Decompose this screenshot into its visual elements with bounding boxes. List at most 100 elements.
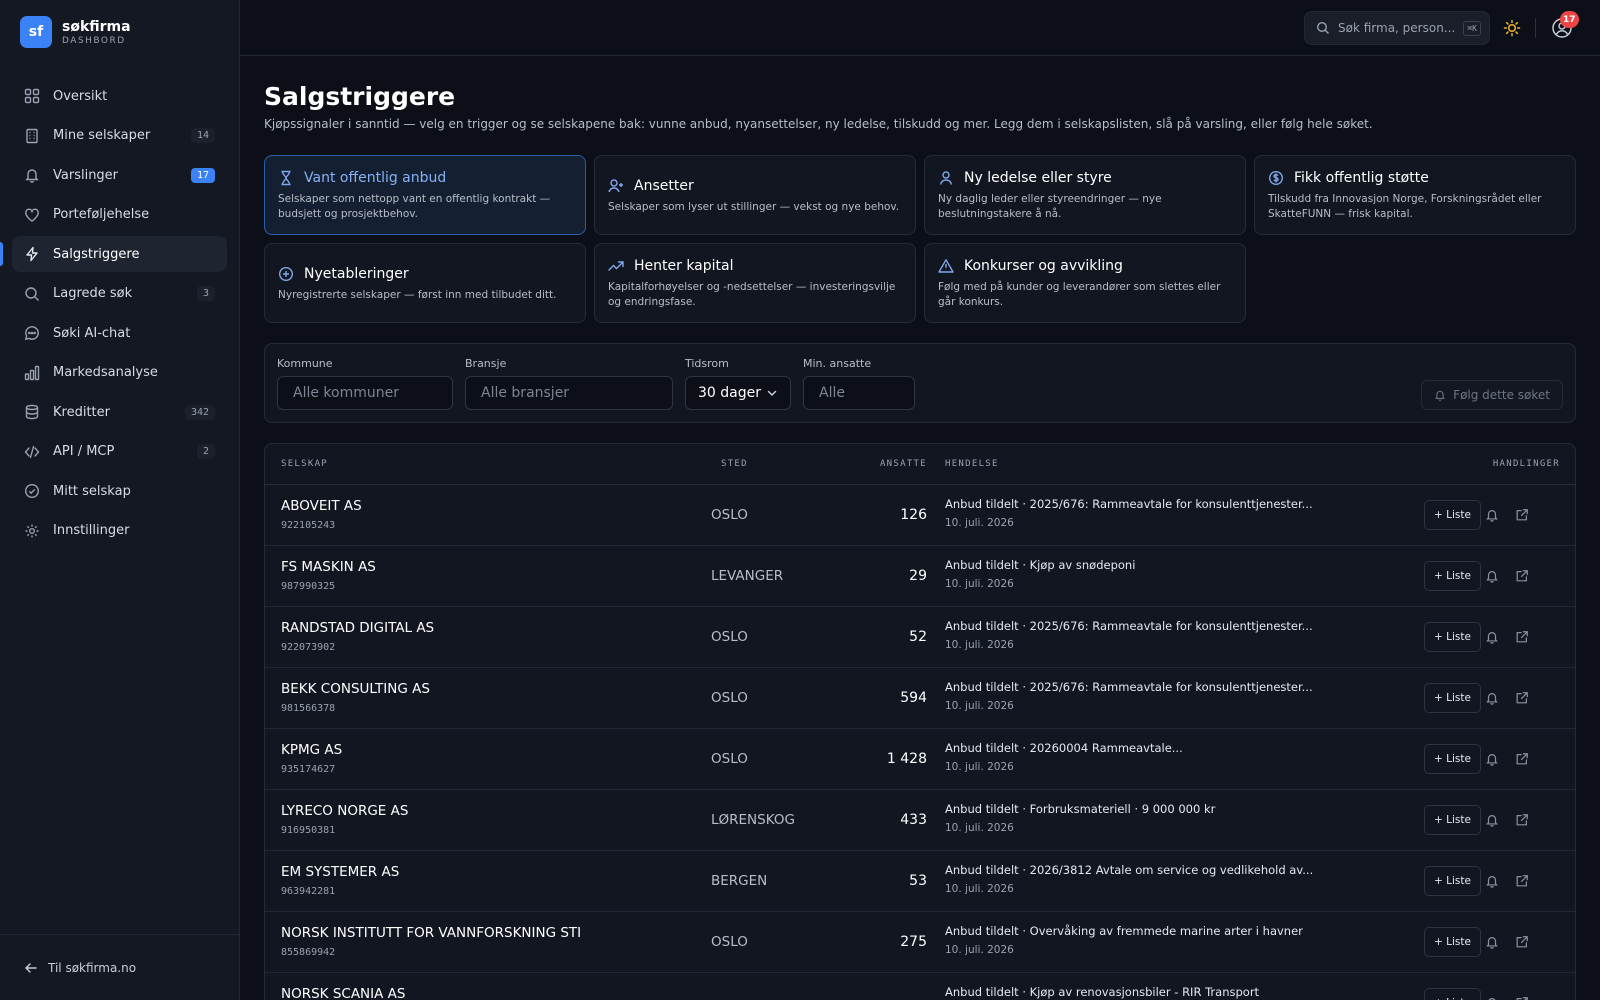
back-to-site-link[interactable]: Til søkfirma.no [0, 934, 239, 1000]
company-name[interactable]: LYRECO NORGE AS [281, 803, 408, 819]
add-to-list-button[interactable]: + Liste [1424, 561, 1481, 591]
filter-min-ansatte: Min. ansatte [803, 357, 915, 410]
table-row[interactable]: RANDSTAD DIGITAL AS 922073902 OSLO 52 An… [265, 607, 1575, 668]
bell-icon[interactable] [1485, 691, 1499, 705]
add-to-list-button[interactable]: + Liste [1424, 500, 1481, 530]
add-to-list-button[interactable]: + Liste [1424, 622, 1481, 652]
sidebar-item-innstillinger[interactable]: Innstillinger [12, 513, 227, 549]
trigger-card-vant-offentlig-anbud[interactable]: Vant offentlig anbud Selskaper som netto… [264, 155, 586, 235]
add-to-list-button[interactable]: + Liste [1424, 988, 1481, 1000]
sidebar-item-label: Salgstriggere [53, 246, 140, 262]
follow-search-button[interactable]: Følg dette søket [1421, 380, 1563, 410]
table-row[interactable]: KPMG AS 935174627 OSLO 1 428 Anbud tilde… [265, 729, 1575, 790]
min-ansatte-input[interactable] [803, 376, 915, 410]
table-row[interactable]: NORSK INSTITUTT FOR VANNFORSKNING STI 85… [265, 912, 1575, 973]
sidebar-item-oversikt[interactable]: Oversikt [12, 78, 227, 114]
add-to-list-button[interactable]: + Liste [1424, 744, 1481, 774]
company-name[interactable]: EM SYSTEMER AS [281, 864, 399, 880]
column-header-employees[interactable]: ANSATTE [880, 459, 927, 469]
bell-icon[interactable] [1485, 996, 1499, 1000]
sidebar-item-api-mcp[interactable]: API / MCP 2 [12, 434, 227, 470]
event-date: 10. juli. 2026 [945, 578, 1014, 590]
trigger-card-ny-ledelse[interactable]: Ny ledelse eller styre Ny daglig leder e… [924, 155, 1246, 235]
sidebar-item-lagrede-sok[interactable]: Lagrede søk 3 [12, 276, 227, 312]
event-date: 10. juli. 2026 [945, 639, 1014, 651]
trigger-card-konkurser[interactable]: Konkurser og avvikling Følg med på kunde… [924, 243, 1246, 323]
sun-icon[interactable] [1502, 18, 1522, 38]
sidebar-item-varslinger[interactable]: Varslinger 17 [12, 157, 227, 193]
add-to-list-button[interactable]: + Liste [1424, 927, 1481, 957]
org-number: 916950381 [281, 825, 336, 836]
sidebar-item-markedsanalyse[interactable]: Markedsanalyse [12, 355, 227, 391]
add-to-list-button[interactable]: + Liste [1424, 866, 1481, 896]
table-row[interactable]: EM SYSTEMER AS 963942281 BERGEN 53 Anbud… [265, 851, 1575, 912]
company-name[interactable]: FS MASKIN AS [281, 559, 376, 575]
company-name[interactable]: NORSK INSTITUTT FOR VANNFORSKNING STI [281, 925, 581, 941]
table-row[interactable]: LYRECO NORGE AS 916950381 LØRENSKOG 433 … [265, 790, 1575, 851]
bransje-input[interactable] [465, 376, 673, 410]
column-header-event[interactable]: HENDELSE [945, 459, 999, 469]
kommune-input[interactable] [277, 376, 453, 410]
search-input[interactable] [1338, 21, 1464, 35]
external-link-icon[interactable] [1515, 996, 1529, 1000]
sidebar-item-label: Innstillinger [53, 523, 130, 538]
brand[interactable]: sf søkfirma DASHBORD [0, 0, 239, 64]
page-title: Salgstriggere [264, 82, 456, 111]
notification-badge: 17 [190, 167, 215, 183]
company-name[interactable]: KPMG AS [281, 742, 342, 758]
trigger-card-offentlig-stotte[interactable]: Fikk offentlig støtte Tilskudd fra Innov… [1254, 155, 1576, 235]
external-link-icon[interactable] [1515, 691, 1529, 705]
table-row[interactable]: NORSK SCANIA AS Anbud tildelt · Kjøp av … [265, 973, 1575, 1000]
external-link-icon[interactable] [1515, 935, 1529, 949]
top-bar: ⌘K 17 [240, 0, 1600, 56]
bell-icon[interactable] [1485, 752, 1499, 766]
event-date: 10. juli. 2026 [945, 822, 1014, 834]
bell-icon[interactable] [1485, 874, 1499, 888]
add-to-list-button[interactable]: + Liste [1424, 683, 1481, 713]
bell-icon[interactable] [1485, 569, 1499, 583]
table-row[interactable]: ABOVEIT AS 922105243 OSLO 126 Anbud tild… [265, 485, 1575, 546]
trigger-description: Følg med på kunder og leverandører som s… [938, 281, 1221, 308]
table-row[interactable]: FS MASKIN AS 987990325 LEVANGER 29 Anbud… [265, 546, 1575, 607]
brand-text: søkfirma DASHBORD [62, 19, 131, 46]
search-icon [1316, 21, 1329, 34]
employee-count: 594 [900, 690, 927, 706]
add-to-list-button[interactable]: + Liste [1424, 805, 1481, 835]
company-place: BERGEN [711, 873, 768, 889]
event-text: Anbud tildelt · 20260004 Rammeavtale... [945, 741, 1183, 755]
company-name[interactable]: ABOVEIT AS [281, 498, 362, 514]
trigger-card-ansetter[interactable]: Ansetter Selskaper som lyser ut stilling… [594, 155, 916, 235]
trigger-card-nyetableringer[interactable]: Nyetableringer Nyregistrerte selskaper —… [264, 243, 586, 323]
external-link-icon[interactable] [1515, 752, 1529, 766]
external-link-icon[interactable] [1515, 630, 1529, 644]
sidebar-item-portefoljehelse[interactable]: Porteføljehelse [12, 197, 227, 233]
tidsrom-select[interactable]: 30 dager [685, 376, 791, 410]
sidebar-item-mine-selskaper[interactable]: Mine selskaper 14 [12, 118, 227, 154]
external-link-icon[interactable] [1515, 813, 1529, 827]
company-name[interactable]: NORSK SCANIA AS [281, 986, 405, 1000]
external-link-icon[interactable] [1515, 874, 1529, 888]
table-row[interactable]: BEKK CONSULTING AS 981566378 OSLO 594 An… [265, 668, 1575, 729]
filter-label: Min. ansatte [803, 357, 872, 370]
sidebar-item-salgstriggere[interactable]: Salgstriggere [0, 236, 227, 272]
column-header-place[interactable]: STED [721, 459, 748, 469]
bell-icon[interactable] [1485, 508, 1499, 522]
column-header-company[interactable]: SELSKAP [281, 459, 328, 469]
filter-bar: Kommune Bransje Tidsrom 30 dager Min. an… [264, 343, 1576, 423]
external-link-icon[interactable] [1515, 508, 1529, 522]
global-search[interactable]: ⌘K [1304, 11, 1490, 45]
bell-icon[interactable] [1485, 813, 1499, 827]
bell-icon[interactable] [1485, 935, 1499, 949]
bell-icon[interactable] [1485, 630, 1499, 644]
sidebar-item-mitt-selskap[interactable]: Mitt selskap [12, 473, 227, 509]
company-name[interactable]: BEKK CONSULTING AS [281, 681, 430, 697]
sidebar-item-soki-ai-chat[interactable]: Søki AI-chat [12, 315, 227, 351]
sidebar-item-kreditter[interactable]: Kreditter 342 [12, 394, 227, 430]
trigger-card-henter-kapital[interactable]: Henter kapital Kapitalforhøyelser og -ne… [594, 243, 916, 323]
event-text: Anbud tildelt · 2025/676: Rammeavtale fo… [945, 680, 1313, 694]
external-link-icon[interactable] [1515, 569, 1529, 583]
brand-subtitle: DASHBORD [62, 35, 126, 46]
count-badge: 3 [196, 286, 215, 301]
company-name[interactable]: RANDSTAD DIGITAL AS [281, 620, 434, 636]
sidebar-item-label: Porteføljehelse [53, 207, 150, 222]
